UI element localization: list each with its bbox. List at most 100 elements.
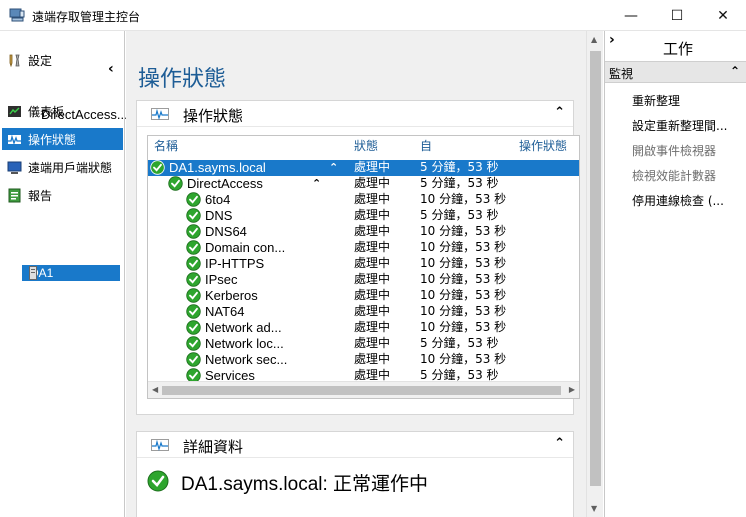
row-name: DirectAccess: [187, 176, 263, 191]
row-name: Network loc...: [205, 336, 284, 351]
collapse-row-icon[interactable]: ⌃: [312, 176, 321, 191]
detail-status-text: DA1.sayms.local: 正常運作中: [181, 474, 429, 495]
nav-item-reports[interactable]: 報告: [2, 184, 123, 206]
status-ok-icon: [186, 240, 201, 255]
horizontal-scroll-thumb[interactable]: [162, 386, 561, 395]
collapse-panel-icon[interactable]: ⌃: [554, 105, 565, 120]
status-ok-icon: [186, 288, 201, 303]
status-ok-icon: [168, 176, 183, 191]
status-ok-icon: [186, 272, 201, 287]
panel-title: 詳細資料: [183, 438, 244, 456]
computer-icon: [7, 161, 22, 174]
table-row[interactable]: DNS 處理中 5 分鐘，53 秒: [148, 208, 579, 224]
row-since: 10 分鐘，53 秒: [420, 192, 507, 206]
action-open-event-viewer[interactable]: 開啟事件檢視器: [632, 142, 716, 159]
row-status: 處理中: [354, 192, 391, 206]
table-row[interactable]: DirectAccess 處理中 5 分鐘，53 秒 ⌃: [148, 176, 579, 192]
row-status: 處理中: [354, 304, 391, 318]
main-vertical-scrollbar[interactable]: ▲ ▼: [586, 31, 603, 517]
title-bar: 遠端存取管理主控台 — ☐ ✕: [0, 0, 746, 31]
status-grid: 名稱 狀態 自 操作狀態 DA1.sayms.local 處理中 5 分鐘，53 秒…: [147, 135, 580, 399]
nav-item-dashboard[interactable]: 儀表板: [2, 100, 123, 122]
action-set-refresh-interval[interactable]: 設定重新整理間...: [632, 117, 727, 134]
row-status: 處理中: [354, 352, 391, 366]
remote-access-app-icon: [9, 8, 25, 22]
pulse-icon: [151, 439, 169, 451]
collapse-right-pane-icon[interactable]: ›: [609, 32, 615, 48]
nav-item-remote-client-status[interactable]: 遠端用戶端狀態: [2, 156, 123, 178]
nav-label-operations-status: 操作狀態: [28, 132, 77, 147]
row-since: 10 分鐘，53 秒: [420, 304, 507, 318]
maximize-icon: ☐: [670, 7, 684, 24]
row-status: 處理中: [354, 320, 391, 334]
row-status: 處理中: [354, 336, 391, 350]
panel-header: 操作狀態 ⌃: [137, 101, 573, 127]
table-row[interactable]: 6to4 處理中 10 分鐘，53 秒: [148, 192, 579, 208]
table-row[interactable]: Network ad... 處理中 10 分鐘，53 秒: [148, 320, 579, 336]
column-header-operational-status[interactable]: 操作狀態: [519, 136, 567, 158]
table-row[interactable]: Network loc... 處理中 5 分鐘，53 秒: [148, 336, 579, 352]
row-since: 10 分鐘，53 秒: [420, 272, 507, 286]
close-icon: ✕: [717, 7, 729, 24]
action-view-performance-counters[interactable]: 檢視效能計數器: [632, 167, 716, 184]
table-row[interactable]: IPsec 處理中 10 分鐘，53 秒: [148, 272, 579, 288]
row-since: 10 分鐘，53 秒: [420, 320, 507, 334]
row-since: 10 分鐘，53 秒: [420, 224, 507, 238]
nav-label-configuration: 設定: [28, 53, 53, 68]
horizontal-scrollbar[interactable]: ◀ ▶: [148, 381, 579, 398]
dashboard-icon: [8, 105, 21, 117]
column-header-status[interactable]: 狀態: [354, 136, 378, 158]
nav-label-remote-client-status: 遠端用戶端狀態: [28, 160, 113, 175]
server-icon: [29, 266, 37, 280]
table-row[interactable]: DNS64 處理中 10 分鐘，53 秒: [148, 224, 579, 240]
panel-header: 詳細資料 ⌃: [137, 432, 573, 458]
row-since: 10 分鐘，53 秒: [420, 240, 507, 254]
wrench-icon: [9, 54, 20, 67]
details-panel: 詳細資料 ⌃ DA1.sayms.local: 正常運作中: [136, 431, 574, 517]
close-button[interactable]: ✕: [700, 0, 746, 31]
status-ok-icon: [186, 304, 201, 319]
status-ok-icon: [186, 208, 201, 223]
page-title: 操作狀態: [138, 67, 227, 92]
collapse-section-icon[interactable]: ⌃: [730, 64, 740, 78]
status-ok-icon: [186, 192, 201, 207]
nav-item-operations-status[interactable]: 操作狀態: [2, 128, 123, 150]
column-header-name[interactable]: 名稱: [154, 136, 178, 158]
action-disable-connection-check[interactable]: 停用連線檢查 (...: [632, 192, 724, 209]
table-row[interactable]: Domain con... 處理中 10 分鐘，53 秒: [148, 240, 579, 256]
column-header-since[interactable]: 自: [420, 136, 432, 158]
window-title: 遠端存取管理主控台: [32, 10, 141, 24]
collapse-panel-icon[interactable]: ⌃: [554, 436, 565, 451]
actions-section-monitoring[interactable]: 監視 ⌃: [605, 61, 746, 83]
vertical-scroll-thumb[interactable]: [590, 51, 601, 486]
table-row[interactable]: NAT64 處理中 10 分鐘，53 秒: [148, 304, 579, 320]
row-since: 10 分鐘，53 秒: [420, 352, 507, 366]
minimize-button[interactable]: —: [608, 0, 654, 31]
table-row[interactable]: IP-HTTPS 處理中 10 分鐘，53 秒: [148, 256, 579, 272]
pulse-icon: [151, 108, 169, 120]
table-row[interactable]: Kerberos 處理中 10 分鐘，53 秒: [148, 288, 579, 304]
pulse-icon: [8, 134, 21, 145]
maximize-button[interactable]: ☐: [654, 0, 700, 31]
row-name: IP-HTTPS: [205, 256, 265, 271]
table-row[interactable]: DA1.sayms.local 處理中 5 分鐘，53 秒 ⌃: [148, 160, 579, 176]
status-ok-icon: [147, 470, 169, 492]
panel-title: 操作狀態: [183, 107, 244, 125]
row-name: DNS: [205, 208, 233, 223]
row-status: 處理中: [354, 208, 391, 222]
row-name: NAT64: [205, 304, 245, 319]
nav-item-configuration[interactable]: 設定: [2, 49, 123, 71]
row-since: 5 分鐘，53 秒: [420, 160, 499, 174]
row-since: 5 分鐘，53 秒: [420, 176, 499, 190]
row-name: DA1.sayms.local: [169, 160, 266, 175]
row-status: 處理中: [354, 288, 391, 302]
row-status: 處理中: [354, 160, 391, 174]
row-status: 處理中: [354, 240, 391, 254]
collapse-row-icon[interactable]: ⌃: [329, 160, 338, 175]
row-name: Domain con...: [205, 240, 286, 255]
actions-title: 工作: [663, 40, 694, 58]
status-ok-icon: [150, 160, 165, 175]
action-refresh[interactable]: 重新整理: [632, 92, 680, 109]
main-content: 操作狀態 操作狀態 ⌃ 名稱 狀態 自 操作狀態 DA1.sayms.local…: [126, 31, 586, 517]
table-row[interactable]: Network sec... 處理中 10 分鐘，53 秒: [148, 352, 579, 368]
